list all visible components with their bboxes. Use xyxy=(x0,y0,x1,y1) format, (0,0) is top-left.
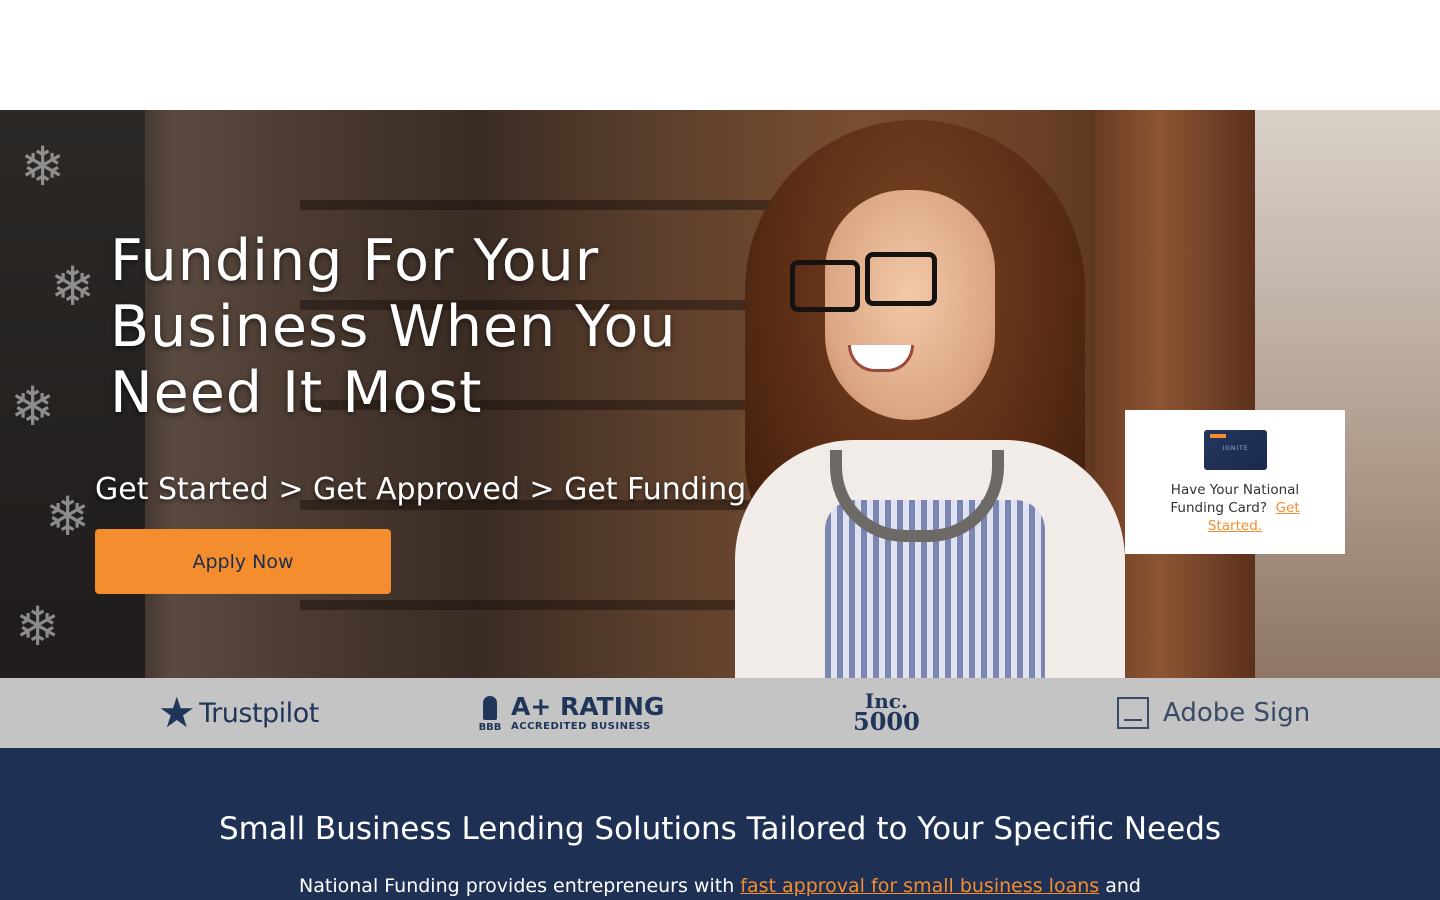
snowflake-icon: ❄ xyxy=(15,595,61,658)
site-header xyxy=(0,0,1440,110)
trust-logo-bar: ★ Trustpilot BBB A+ RATING ACCREDITED BU… xyxy=(0,678,1440,748)
trustpilot-label: Trustpilot xyxy=(199,697,319,729)
bbb-mark-label: BBB xyxy=(478,722,502,733)
hero-title: Funding For Your Business When You Need … xyxy=(110,228,677,426)
card-promo-text: Have Your National Funding Card? Get Sta… xyxy=(1145,481,1325,535)
lending-body-suffix: and xyxy=(1105,875,1141,897)
hero-steps: Get Started > Get Approved > Get Funding xyxy=(95,472,747,507)
card-brand: IGNITE xyxy=(1222,445,1249,452)
snowflake-icon: ❄ xyxy=(50,255,96,318)
funding-card-image: IGNITE xyxy=(1204,430,1267,470)
star-icon: ★ xyxy=(158,688,196,737)
hero-section: ❄ ❄ ❄ ❄ ❄ Funding For Your Business When… xyxy=(0,110,1440,678)
hero-window xyxy=(1255,110,1440,678)
adobe-sign-label: Adobe Sign xyxy=(1163,698,1311,728)
snowflake-icon: ❄ xyxy=(10,375,56,438)
fast-approval-link[interactable]: fast approval for small business loans xyxy=(740,875,1099,897)
hero-person-image xyxy=(705,120,1125,678)
trustpilot-logo: ★ Trustpilot xyxy=(158,678,319,748)
lending-body-prefix: National Funding provides entrepreneurs … xyxy=(299,875,735,897)
lending-body: National Funding provides entrepreneurs … xyxy=(0,875,1440,897)
apply-now-button[interactable]: Apply Now xyxy=(95,529,391,594)
funding-card-promo: IGNITE Have Your National Funding Card? … xyxy=(1125,410,1345,554)
adobe-sign-logo: Adobe Sign xyxy=(1117,678,1310,748)
bbb-torch-icon: BBB xyxy=(477,693,503,733)
bbb-accredited-label: ACCREDITED BUSINESS xyxy=(511,721,651,732)
inc-5000-logo: Inc. 5000 xyxy=(853,678,920,748)
bbb-rating-label: A+ RATING xyxy=(511,692,665,721)
lending-heading: Small Business Lending Solutions Tailore… xyxy=(218,811,1222,847)
inc-number: 5000 xyxy=(853,707,920,737)
snowflake-icon: ❄ xyxy=(20,135,66,198)
bbb-rating-logo: BBB A+ RATING ACCREDITED BUSINESS xyxy=(477,678,665,748)
lending-info-section: Small Business Lending Solutions Tailore… xyxy=(0,748,1440,900)
snowflake-icon: ❄ xyxy=(45,485,91,548)
adobe-sign-icon xyxy=(1117,697,1149,729)
